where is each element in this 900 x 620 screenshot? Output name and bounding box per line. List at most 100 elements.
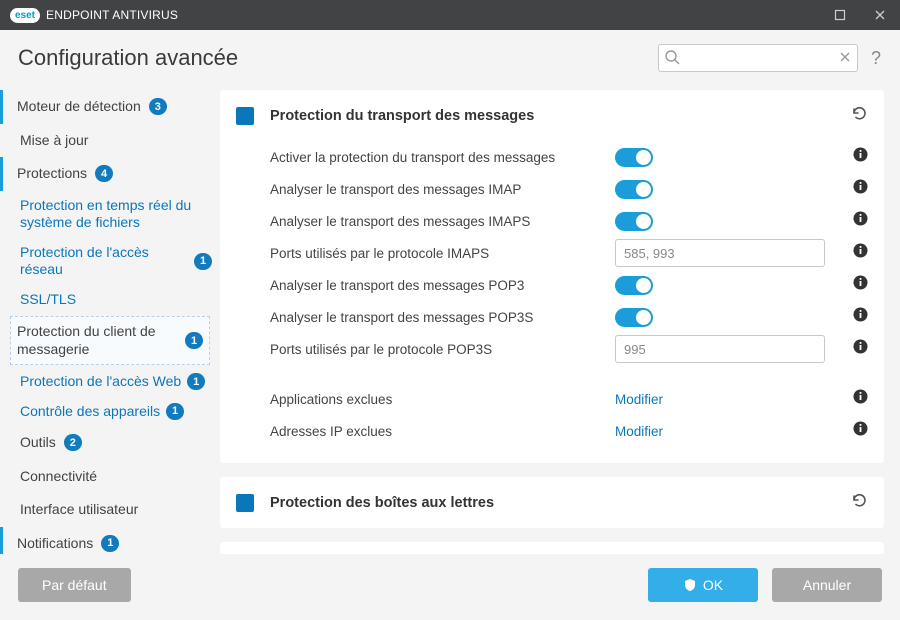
sidebar-item-10[interactable]: Connectivité bbox=[0, 460, 220, 494]
sidebar-item-12[interactable]: Notifications 1 bbox=[0, 527, 220, 555]
settings-row: Applications excluesModifier bbox=[270, 383, 868, 415]
settings-label: Applications exclues bbox=[270, 392, 615, 407]
sidebar-item-label: Mise à jour bbox=[20, 132, 88, 150]
sidebar-item-label: Protection du client de messagerie bbox=[17, 323, 177, 358]
sidebar-item-1[interactable]: Mise à jour bbox=[0, 124, 220, 158]
modify-link[interactable]: Modifier bbox=[615, 424, 663, 439]
settings-row: Ports utilisés par le protocole POP3S bbox=[270, 333, 868, 365]
settings-label: Analyser le transport des messages POP3S bbox=[270, 310, 615, 325]
settings-label: Analyser le transport des messages IMAP bbox=[270, 182, 615, 197]
shield-icon bbox=[683, 578, 697, 592]
sidebar-badge: 1 bbox=[166, 403, 184, 420]
toggle-switch[interactable] bbox=[615, 276, 653, 295]
sidebar-item-0[interactable]: Moteur de détection 3 bbox=[0, 90, 220, 124]
toggle-switch[interactable] bbox=[615, 148, 653, 167]
sidebar-item-3[interactable]: Protection en temps réel du système de f… bbox=[0, 191, 220, 238]
search-icon bbox=[664, 49, 680, 70]
search-clear-icon[interactable] bbox=[838, 50, 852, 69]
sidebar-item-label: Protections bbox=[17, 165, 87, 183]
main-content: Protection du transport des messages Acti… bbox=[220, 82, 884, 554]
sidebar: Moteur de détection 3 Mise à jour Protectio… bbox=[0, 82, 220, 554]
settings-label: Analyser le transport des messages IMAPS bbox=[270, 214, 615, 229]
panel-1: Protection des boîtes aux lettres bbox=[220, 477, 884, 528]
sidebar-badge: 1 bbox=[101, 535, 119, 552]
settings-row: Ports utilisés par le protocole IMAPS bbox=[270, 237, 868, 269]
panel-title: Protection des boîtes aux lettres bbox=[270, 495, 850, 511]
sidebar-item-9[interactable]: Outils2 bbox=[0, 426, 220, 460]
settings-row: Activer la protection du transport des m… bbox=[270, 141, 868, 173]
expand-icon[interactable] bbox=[236, 494, 254, 512]
panel-title: Protection du transport des messages bbox=[270, 108, 850, 124]
sidebar-badge: 4 bbox=[95, 165, 113, 182]
port-input[interactable] bbox=[615, 239, 825, 267]
titlebar: eset ENDPOINT ANTIVIRUS bbox=[0, 0, 900, 30]
window-maximize-button[interactable] bbox=[820, 0, 860, 30]
sidebar-badge: 1 bbox=[185, 332, 203, 349]
panel-2: ThreatSense bbox=[220, 542, 884, 554]
brand: eset ENDPOINT ANTIVIRUS bbox=[10, 8, 178, 23]
info-icon[interactable] bbox=[853, 389, 868, 409]
info-icon[interactable] bbox=[853, 179, 868, 199]
settings-row: Analyser le transport des messages POP3S bbox=[270, 301, 868, 333]
sidebar-badge: 1 bbox=[194, 253, 212, 270]
default-button[interactable]: Par défaut bbox=[18, 568, 131, 602]
sidebar-badge: 2 bbox=[64, 434, 82, 451]
sidebar-item-2[interactable]: Protections 4 bbox=[0, 157, 220, 191]
sidebar-item-label: SSL/TLS bbox=[20, 291, 76, 309]
settings-row: Analyser le transport des messages IMAPS bbox=[270, 205, 868, 237]
sidebar-item-8[interactable]: Contrôle des appareils 1 bbox=[0, 397, 220, 427]
page-title: Configuration avancée bbox=[18, 45, 238, 71]
sidebar-item-7[interactable]: Protection de l'accès Web 1 bbox=[0, 367, 220, 397]
sidebar-item-label: Protection de l'accès réseau bbox=[20, 244, 188, 279]
info-icon[interactable] bbox=[853, 243, 868, 263]
sidebar-item-11[interactable]: Interface utilisateur bbox=[0, 493, 220, 527]
sidebar-item-4[interactable]: Protection de l'accès réseau 1 bbox=[0, 238, 220, 285]
collapse-icon[interactable] bbox=[236, 107, 254, 125]
sidebar-badge: 1 bbox=[187, 373, 205, 390]
info-icon[interactable] bbox=[853, 421, 868, 441]
sidebar-item-label: Protection de l'accès Web bbox=[20, 373, 181, 391]
sidebar-item-label: Notifications bbox=[17, 535, 93, 553]
port-input[interactable] bbox=[615, 335, 825, 363]
sidebar-item-label: Contrôle des appareils bbox=[20, 403, 160, 421]
panel-header[interactable]: Protection des boîtes aux lettres bbox=[220, 477, 884, 528]
sidebar-item-6[interactable]: Protection du client de messagerie 1 bbox=[10, 316, 210, 365]
help-button[interactable]: ? bbox=[868, 48, 884, 69]
undo-icon[interactable] bbox=[850, 491, 868, 514]
info-icon[interactable] bbox=[853, 275, 868, 295]
settings-label: Activer la protection du transport des m… bbox=[270, 150, 615, 165]
footer: Par défaut OK Annuler bbox=[0, 554, 900, 620]
info-icon[interactable] bbox=[853, 147, 868, 167]
settings-row: Adresses IP excluesModifier bbox=[270, 415, 868, 447]
sidebar-item-label: Protection en temps réel du système de f… bbox=[20, 197, 212, 232]
topbar: Configuration avancée ? bbox=[0, 30, 900, 82]
modify-link[interactable]: Modifier bbox=[615, 392, 663, 407]
ok-button[interactable]: OK bbox=[648, 568, 758, 602]
search-input[interactable] bbox=[658, 44, 858, 72]
settings-row: Analyser le transport des messages IMAP bbox=[270, 173, 868, 205]
search-box[interactable] bbox=[658, 44, 858, 72]
info-icon[interactable] bbox=[853, 211, 868, 231]
settings-label: Adresses IP exclues bbox=[270, 424, 615, 439]
toggle-switch[interactable] bbox=[615, 180, 653, 199]
panel-body: Activer la protection du transport des m… bbox=[220, 141, 884, 463]
info-icon[interactable] bbox=[853, 307, 868, 327]
toggle-switch[interactable] bbox=[615, 308, 653, 327]
info-icon[interactable] bbox=[853, 339, 868, 359]
sidebar-badge: 3 bbox=[149, 98, 167, 115]
settings-label: Ports utilisés par le protocole IMAPS bbox=[270, 246, 615, 261]
panel-header[interactable]: Protection du transport des messages bbox=[220, 90, 884, 141]
undo-icon[interactable] bbox=[850, 104, 868, 127]
settings-row: Analyser le transport des messages POP3 bbox=[270, 269, 868, 301]
sidebar-item-5[interactable]: SSL/TLS bbox=[0, 285, 220, 315]
ok-button-label: OK bbox=[703, 577, 723, 593]
settings-label: Ports utilisés par le protocole POP3S bbox=[270, 342, 615, 357]
panel-header[interactable]: ThreatSense bbox=[220, 542, 884, 554]
toggle-switch[interactable] bbox=[615, 212, 653, 231]
brand-logo: eset bbox=[10, 8, 40, 23]
window-close-button[interactable] bbox=[860, 0, 900, 30]
cancel-button[interactable]: Annuler bbox=[772, 568, 882, 602]
sidebar-item-label: Moteur de détection bbox=[17, 98, 141, 116]
settings-label: Analyser le transport des messages POP3 bbox=[270, 278, 615, 293]
sidebar-item-label: Interface utilisateur bbox=[20, 501, 138, 519]
